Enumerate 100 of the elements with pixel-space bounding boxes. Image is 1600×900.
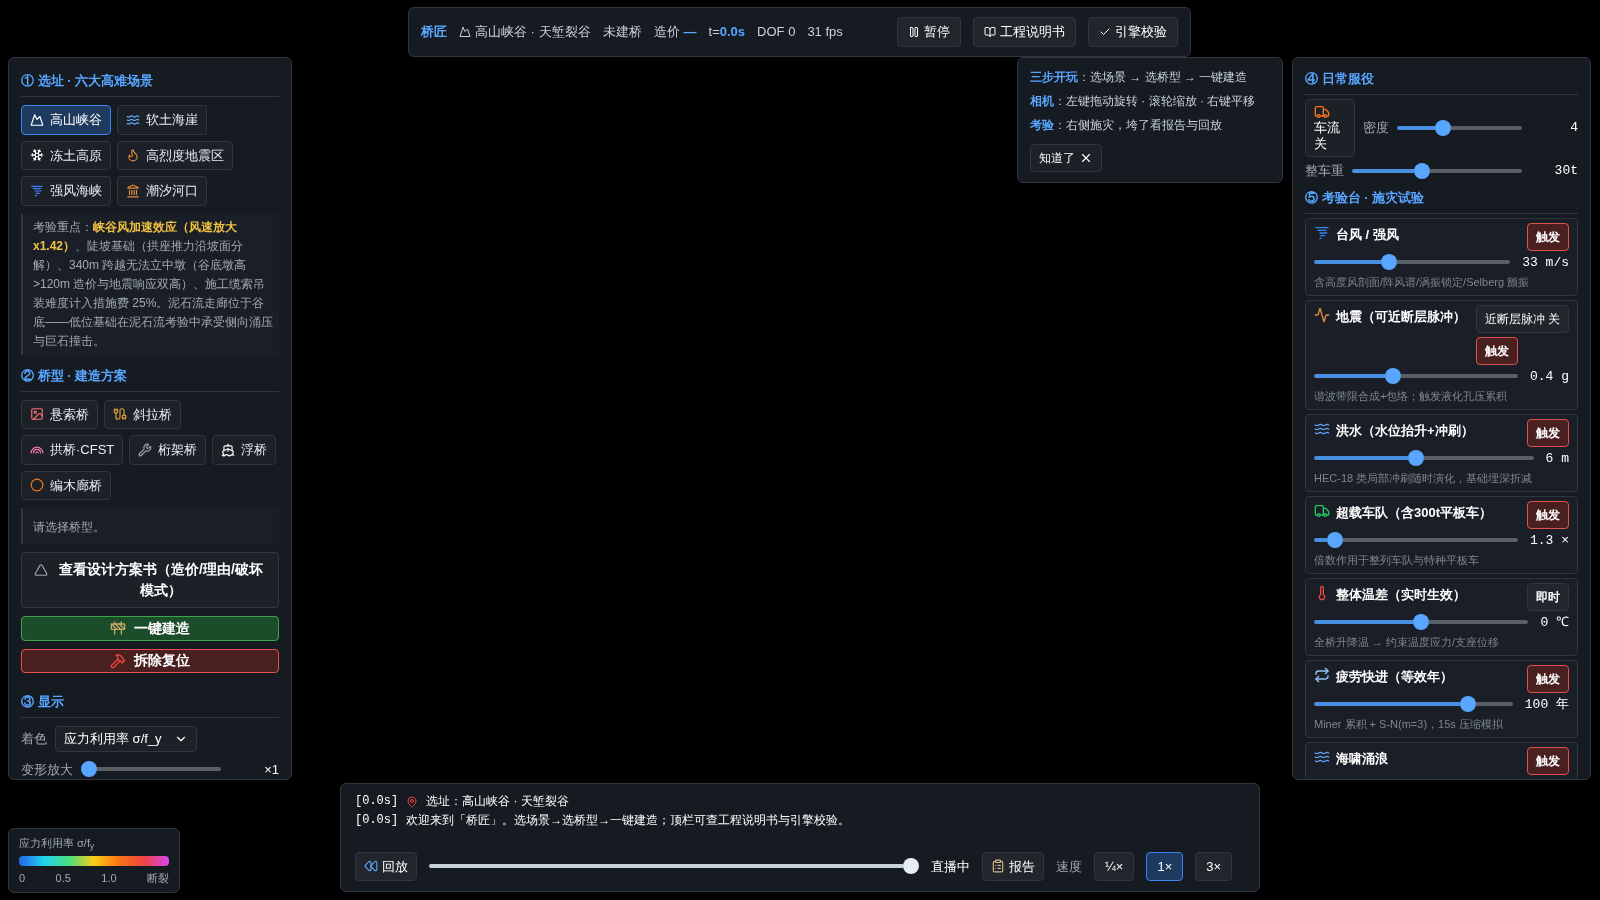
toolbar-button[interactable]: 工程说明书 [973, 17, 1076, 47]
trigger-button[interactable]: 触发 [1527, 418, 1569, 447]
test-value: 0.4 g [1530, 367, 1569, 386]
slider[interactable] [1352, 162, 1522, 179]
slider[interactable] [1397, 120, 1522, 136]
option-button[interactable]: 桁架桥 [129, 435, 207, 465]
replay-button[interactable]: 回放 [355, 851, 417, 881]
slider-fill [1352, 168, 1414, 173]
density-value: 4 [1570, 119, 1578, 138]
time-label: t= [708, 23, 720, 42]
design-plan-button[interactable]: 查看设计方案书（造价/理由/破坏模式） [21, 552, 279, 608]
log-time: [0.0s] [355, 812, 399, 829]
toolbar-button[interactable]: 暂停 [897, 17, 961, 47]
slider-thumb[interactable] [903, 858, 919, 875]
slider[interactable] [1314, 450, 1534, 467]
test-title: 超载车队（含300t平板车） [1336, 503, 1494, 522]
mountain-icon [459, 26, 471, 38]
snowflake-icon [30, 148, 44, 163]
image-icon [30, 407, 44, 422]
scene-description: 考验重点：峡谷风加速效应（风速放大 x1.42）、陡坡基础（拱座推力沿坡面分解）、340m 跨越无法立中墩（谷底墩高>120m 造价与地震响应双高）、施工缆索吊装难度计入措施费 25%。泥石流走廊位于谷底——低位基础在泥石流考验中承受侧向涌压与巨石撞击。 [21, 213, 279, 355]
slider-fill [1314, 260, 1381, 265]
option-button[interactable]: 浮桥 [212, 435, 277, 465]
color-label: 着色 [21, 730, 47, 748]
ship-icon [221, 442, 236, 457]
test-title: 台风 / 强风 [1336, 225, 1400, 244]
check-icon [1099, 26, 1111, 38]
log-message: 选址：高山峡谷 · 天堑裂谷 [426, 793, 569, 810]
option-button[interactable]: 高烈度地震区 [117, 140, 233, 170]
cable-icon [113, 407, 127, 422]
slider-thumb[interactable] [1327, 532, 1344, 549]
section-title: ④ 日常服役 [1305, 71, 1374, 86]
test-note: 含高度风剖面/阵风谱/涡振锁定/Selberg 颤振 [1314, 275, 1531, 290]
pulse-icon [1314, 306, 1330, 323]
flame-icon [126, 148, 140, 163]
slider[interactable] [81, 761, 221, 778]
toolbar-button[interactable]: 引擎校验 [1088, 17, 1178, 47]
color-mode-select[interactable]: 应力利用率 σ/f_y [55, 726, 197, 752]
build-button[interactable]: 一键建造 [21, 616, 279, 641]
pulse-toggle[interactable]: 近断层脉冲 关 [1475, 304, 1569, 333]
option-button[interactable]: 冻土高原 [21, 140, 111, 170]
trigger-button[interactable]: 触发 [1527, 664, 1569, 693]
cost-value: — [683, 23, 697, 42]
wrench-icon [138, 442, 153, 457]
instant-button[interactable]: 即时 [1527, 582, 1569, 611]
weight-value: 30t [1554, 162, 1578, 180]
live-label: 直播中 [931, 857, 970, 876]
trigger-button[interactable]: 触发 [1475, 336, 1518, 365]
option-button[interactable]: 软土海崖 [117, 105, 207, 135]
help-text: ：右侧施灾，垮了看报告与回放 [1054, 117, 1222, 134]
speed-button[interactable]: ¼× [1094, 851, 1135, 881]
option-button[interactable]: 拱桥·CFST [21, 435, 124, 465]
slider-thumb[interactable] [1407, 450, 1424, 467]
truck-icon [1314, 502, 1330, 519]
rewind-icon [364, 859, 378, 874]
section-title: ② 桥型 · 建造方案 [21, 367, 128, 383]
speed-button[interactable]: 3× [1195, 851, 1233, 881]
dismiss-button[interactable]: 知道了 [1030, 144, 1102, 172]
circle-icon [30, 478, 44, 493]
report-button[interactable]: 报告 [982, 851, 1044, 881]
slider[interactable] [1314, 614, 1529, 631]
slider-fill [1314, 374, 1386, 379]
test-value: 0 ℃ [1540, 613, 1569, 632]
pin-icon [406, 795, 419, 808]
test-title: 海啸涌浪 [1336, 749, 1389, 768]
slider-thumb[interactable] [1380, 254, 1397, 271]
option-button[interactable]: 斜拉桥 [104, 399, 181, 429]
slider-thumb[interactable] [1460, 696, 1477, 713]
slider-thumb[interactable] [81, 761, 97, 778]
traffic-toggle[interactable]: 车流关 [1305, 99, 1355, 157]
hammer-icon [110, 652, 126, 669]
slider[interactable] [1314, 368, 1518, 385]
test-title: 疲劳快进（等效年） [1336, 667, 1454, 686]
density-label: 密度 [1363, 119, 1389, 138]
slider-thumb[interactable] [1413, 162, 1430, 179]
trigger-button[interactable]: 触发 [1527, 500, 1569, 529]
slider[interactable] [1314, 254, 1511, 271]
slider[interactable] [429, 858, 919, 875]
trigger-button[interactable]: 触发 [1527, 222, 1569, 251]
test-value: 6 m [1545, 449, 1569, 468]
slider[interactable] [1314, 532, 1518, 549]
test-note: 谐波带限合成+包络；触发液化孔压累积 [1314, 389, 1509, 404]
landmark-icon [126, 183, 140, 198]
option-button[interactable]: 悬索桥 [21, 399, 98, 429]
option-button[interactable]: 强风海峡 [21, 176, 111, 206]
slider-thumb[interactable] [1435, 120, 1452, 136]
reset-button[interactable]: 拆除复位 [21, 648, 279, 673]
option-button[interactable]: 编木廊桥 [21, 470, 111, 500]
deform-value: ×1 [264, 760, 279, 779]
help-label: 三步开玩 [1030, 69, 1078, 86]
scene-name: 高山峡谷 · 天堑裂谷 [475, 23, 591, 42]
trigger-button[interactable]: 触发 [1527, 746, 1569, 775]
slider[interactable] [1314, 696, 1513, 713]
wave-icon [126, 112, 140, 127]
slider-thumb[interactable] [1413, 614, 1430, 631]
option-button[interactable]: 潮汐河口 [117, 176, 207, 206]
help-label: 相机 [1030, 93, 1054, 110]
legend-tick: 断裂 [147, 870, 169, 886]
slider-thumb[interactable] [1385, 368, 1402, 385]
option-button[interactable]: 高山峡谷 [21, 105, 111, 135]
speed-button[interactable]: 1× [1146, 851, 1184, 881]
